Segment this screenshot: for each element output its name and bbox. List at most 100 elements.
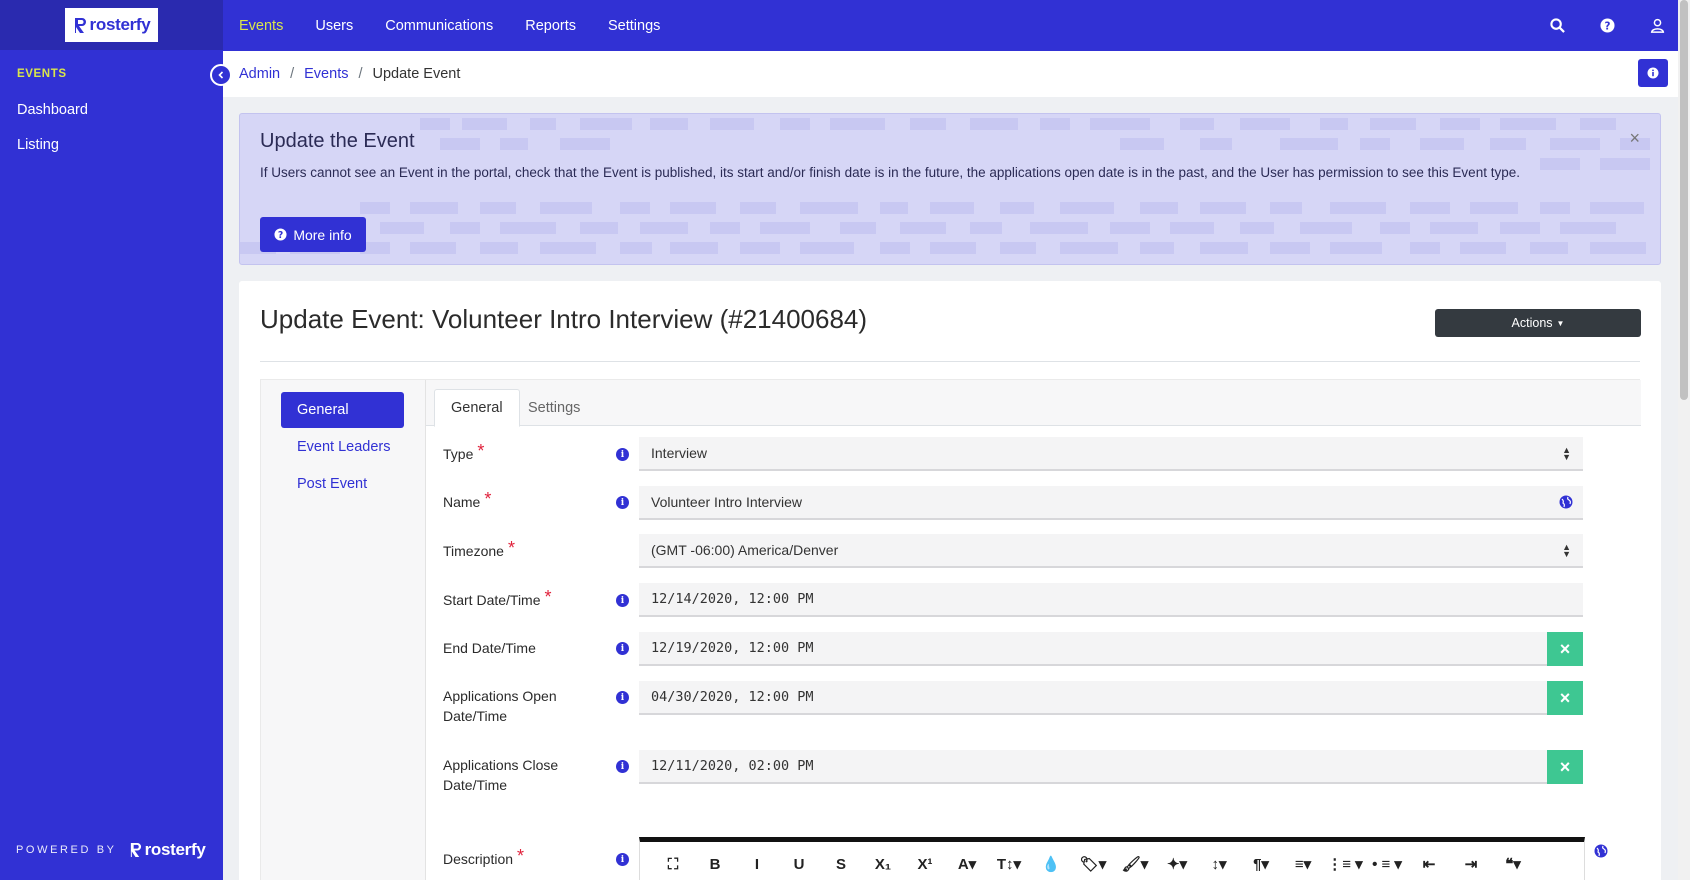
scrollbar-thumb[interactable] <box>1680 0 1688 400</box>
bold-icon[interactable]: B <box>694 848 736 880</box>
start-datetime-input[interactable]: 12/14/2020, 12:00 PM <box>639 583 1583 617</box>
alert-close-button[interactable]: × <box>1629 128 1640 149</box>
top-navigation: Events Users Communications Reports Sett… <box>223 0 1690 51</box>
info-alert-banner: Update the Event If Users cannot see an … <box>239 113 1661 265</box>
breadcrumb-events[interactable]: Events <box>304 66 348 82</box>
sidebar-logo-area: rosterfy <box>0 0 223 50</box>
start-info-icon[interactable]: i <box>616 594 629 607</box>
timezone-select-value: (GMT -06:00) America/Denver <box>651 542 839 558</box>
alert-text: If Users cannot see an Event in the port… <box>260 165 1520 180</box>
apps-open-datetime-input[interactable]: 04/30/2020, 12:00 PM <box>639 681 1547 715</box>
name-input[interactable]: Volunteer Intro Interview <box>639 486 1583 520</box>
sidebar-item-dashboard[interactable]: Dashboard <box>17 102 88 118</box>
actions-label: Actions <box>1511 316 1553 330</box>
page-info-button[interactable] <box>1638 59 1668 87</box>
start-datetime-value: 12/14/2020, 12:00 PM <box>651 591 814 607</box>
chevron-left-icon <box>218 71 224 79</box>
topnav-events[interactable]: Events <box>239 18 283 34</box>
timezone-label-text: Timezone <box>443 543 504 559</box>
clear-apps-close-button[interactable]: × <box>1547 750 1583 784</box>
apps-open-info-icon[interactable]: i <box>616 691 629 704</box>
italic-icon[interactable]: I <box>736 848 778 880</box>
description-rich-text-editor[interactable]: ⛶ B I U S X₁ X¹ A▾ T↕▾ 💧 🏷▾ 🖌▾ ✦▾ ↕▾ ¶▾ ≡▾ ⋮≡ ▾ • ≡ ▾ ⇤ ⇥ ❝▾ <box>639 837 1585 880</box>
type-select[interactable]: Interview ▲ ▼ <box>639 437 1583 471</box>
page-scrollbar[interactable] <box>1678 0 1690 880</box>
subnav-event-leaders[interactable]: Event Leaders <box>281 429 404 465</box>
divider <box>260 361 1640 362</box>
main-card: Update Event: Volunteer Intro Interview … <box>239 281 1661 880</box>
rosterfy-logo-mark-icon <box>74 17 86 33</box>
font-size-icon[interactable]: T↕▾ <box>988 848 1030 880</box>
font-family-icon[interactable]: A▾ <box>946 848 988 880</box>
powered-by-label: POWERED BY <box>16 844 117 856</box>
globe-icon[interactable] <box>1559 495 1573 509</box>
end-datetime-input[interactable]: 12/19/2020, 12:00 PM <box>639 632 1547 666</box>
outdent-icon[interactable]: ⇤ <box>1408 848 1450 880</box>
sidebar: rosterfy EVENTS Dashboard Listing POWERE… <box>0 0 223 880</box>
start-label: Start Date/Time * <box>443 587 552 610</box>
align-icon[interactable]: ≡▾ <box>1282 848 1324 880</box>
topnav-icons: ? <box>1548 0 1666 51</box>
clear-apps-open-button[interactable]: × <box>1547 681 1583 715</box>
indent-icon[interactable]: ⇥ <box>1450 848 1492 880</box>
select-arrows-icon: ▲ ▼ <box>1562 445 1571 462</box>
strikethrough-icon[interactable]: S <box>820 848 862 880</box>
unordered-list-icon[interactable]: • ≡ ▾ <box>1366 848 1408 880</box>
brush-icon[interactable]: 🖌▾ <box>1114 848 1156 880</box>
form-container: General Event Leaders Post Event General… <box>260 379 1641 880</box>
globe-icon[interactable] <box>1594 844 1608 858</box>
subnav-general[interactable]: General <box>281 392 404 428</box>
apps-close-info-icon[interactable]: i <box>616 760 629 773</box>
end-datetime-value: 12/19/2020, 12:00 PM <box>651 640 814 656</box>
topnav-reports[interactable]: Reports <box>525 18 576 34</box>
clear-end-button[interactable]: × <box>1547 632 1583 666</box>
apps-close-label: Applications Close Date/Time <box>443 755 558 795</box>
topnav-users[interactable]: Users <box>315 18 353 34</box>
description-label: Description * <box>443 846 524 869</box>
tab-settings[interactable]: Settings <box>512 389 596 427</box>
end-info-icon[interactable]: i <box>616 642 629 655</box>
breadcrumb: Admin / Events / Update Event <box>223 51 1690 97</box>
magic-icon[interactable]: ✦▾ <box>1156 848 1198 880</box>
subnav-post-event[interactable]: Post Event <box>281 466 404 502</box>
user-icon[interactable] <box>1648 17 1666 35</box>
more-info-button[interactable]: ? More info <box>260 217 366 252</box>
topnav-settings[interactable]: Settings <box>608 18 660 34</box>
close-icon: × <box>1559 756 1571 777</box>
required-asterisk: * <box>477 441 485 461</box>
timezone-select[interactable]: (GMT -06:00) America/Denver ▲ ▼ <box>639 534 1583 568</box>
name-info-icon[interactable]: i <box>616 496 629 509</box>
fullscreen-icon[interactable]: ⛶ <box>652 848 694 880</box>
search-icon[interactable] <box>1548 17 1566 35</box>
ordered-list-icon[interactable]: ⋮≡ ▾ <box>1324 848 1366 880</box>
close-icon: × <box>1559 638 1571 659</box>
underline-icon[interactable]: U <box>778 848 820 880</box>
quote-icon[interactable]: ❝▾ <box>1492 848 1534 880</box>
breadcrumb-separator: / <box>358 66 363 82</box>
rosterfy-logo-mark-icon <box>130 843 141 857</box>
sidebar-item-listing[interactable]: Listing <box>17 137 59 153</box>
breadcrumb-admin[interactable]: Admin <box>239 66 280 82</box>
sidebar-collapse-button[interactable] <box>210 64 232 86</box>
timezone-label: Timezone * <box>443 538 515 561</box>
subscript-icon[interactable]: X₁ <box>862 848 904 880</box>
type-info-icon[interactable]: i <box>616 448 629 461</box>
color-drop-icon[interactable]: 💧 <box>1030 848 1072 880</box>
help-icon[interactable]: ? <box>1598 17 1616 35</box>
apps-close-datetime-input[interactable]: 12/11/2020, 02:00 PM <box>639 750 1547 784</box>
actions-dropdown-button[interactable]: Actions ▼ <box>1435 309 1641 337</box>
tag-icon[interactable]: 🏷▾ <box>1072 848 1114 880</box>
form-area: General Settings Type * i Interview ▲ ▼ Na… <box>425 380 1641 880</box>
superscript-icon[interactable]: X¹ <box>904 848 946 880</box>
description-info-icon[interactable]: i <box>616 853 629 866</box>
topnav-communications[interactable]: Communications <box>385 18 493 34</box>
tab-general[interactable]: General <box>434 389 520 427</box>
question-circle-icon: ? <box>274 228 287 241</box>
apps-open-datetime-value: 04/30/2020, 12:00 PM <box>651 689 814 705</box>
alert-title: Update the Event <box>260 130 415 152</box>
paragraph-icon[interactable]: ¶▾ <box>1240 848 1282 880</box>
apps-open-label-line2: Date/Time <box>443 708 508 724</box>
line-height-icon[interactable]: ↕▾ <box>1198 848 1240 880</box>
rosterfy-logo[interactable]: rosterfy <box>65 8 158 42</box>
page-title: Update Event: Volunteer Intro Interview … <box>260 304 868 334</box>
